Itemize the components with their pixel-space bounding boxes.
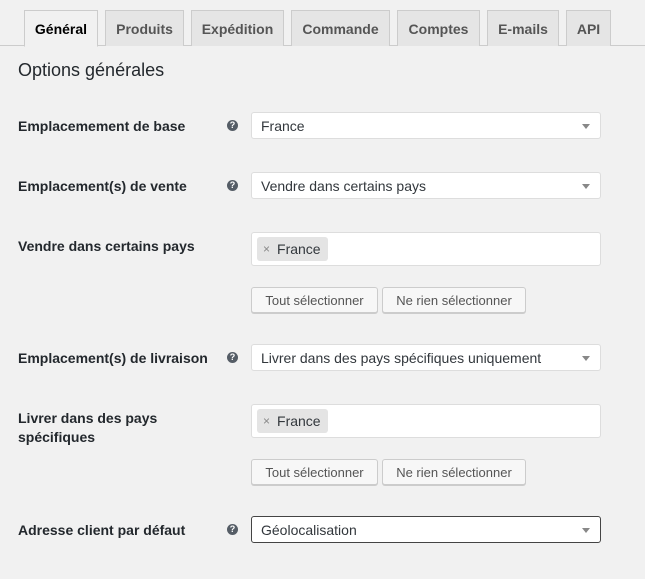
select-all-button[interactable]: Tout sélectionner	[251, 459, 378, 485]
country-chip-label: France	[277, 413, 321, 429]
selling-location-select[interactable]: Vendre dans certains pays	[251, 172, 601, 199]
tab-general[interactable]: Général	[24, 10, 98, 47]
shipping-location-value: Livrer dans des pays spécifiques uniquem…	[261, 349, 542, 366]
page-title: Options générales	[18, 60, 165, 80]
label-line: Livrer dans des pays	[18, 410, 158, 426]
specific-countries-multiselect[interactable]: × France	[251, 232, 601, 266]
tab-emails[interactable]: E-mails	[487, 10, 559, 46]
help-icon[interactable]: ?	[227, 352, 238, 363]
settings-tabs: Général Produits Expédition Commande Com…	[0, 0, 645, 47]
chevron-down-icon	[582, 184, 590, 189]
select-all-button[interactable]: Tout sélectionner	[251, 287, 378, 313]
tab-accounts[interactable]: Comptes	[397, 10, 480, 46]
base-location-select[interactable]: France	[251, 112, 601, 139]
selling-location-label: Emplacement(s) de vente	[18, 178, 187, 194]
label-line: spécifiques	[18, 429, 96, 445]
tab-api[interactable]: API	[566, 10, 611, 46]
default-customer-address-select[interactable]: Géolocalisation	[251, 516, 601, 543]
shipping-location-select[interactable]: Livrer dans des pays spécifiques uniquem…	[251, 344, 601, 371]
help-icon[interactable]: ?	[227, 180, 238, 191]
tab-orders[interactable]: Commande	[291, 10, 390, 46]
remove-icon[interactable]: ×	[263, 243, 270, 255]
help-icon[interactable]: ?	[227, 120, 238, 131]
country-chip-label: France	[277, 241, 321, 257]
help-icon[interactable]: ?	[227, 524, 238, 535]
select-none-button[interactable]: Ne rien sélectionner	[382, 287, 526, 313]
tab-shipping[interactable]: Expédition	[191, 10, 284, 46]
default-customer-address-value: Géolocalisation	[261, 521, 357, 538]
base-location-value: France	[261, 117, 305, 134]
chevron-down-icon	[582, 528, 590, 533]
selling-location-value: Vendre dans certains pays	[261, 177, 426, 194]
ship-specific-countries-label: Livrer dans des pays spécifiques	[18, 409, 218, 447]
chevron-down-icon	[582, 356, 590, 361]
country-chip: × France	[257, 409, 328, 433]
default-customer-address-label: Adresse client par défaut	[18, 522, 186, 538]
ship-specific-countries-multiselect[interactable]: × France	[251, 404, 601, 438]
specific-countries-label: Vendre dans certains pays	[18, 238, 195, 254]
base-location-label: Emplacemement de base	[18, 118, 186, 134]
shipping-location-label: Emplacement(s) de livraison	[18, 350, 208, 366]
chevron-down-icon	[582, 124, 590, 129]
select-none-button[interactable]: Ne rien sélectionner	[382, 459, 526, 485]
tab-products[interactable]: Produits	[105, 10, 184, 46]
remove-icon[interactable]: ×	[263, 415, 270, 427]
country-chip: × France	[257, 237, 328, 261]
settings-page: Général Produits Expédition Commande Com…	[0, 0, 645, 579]
